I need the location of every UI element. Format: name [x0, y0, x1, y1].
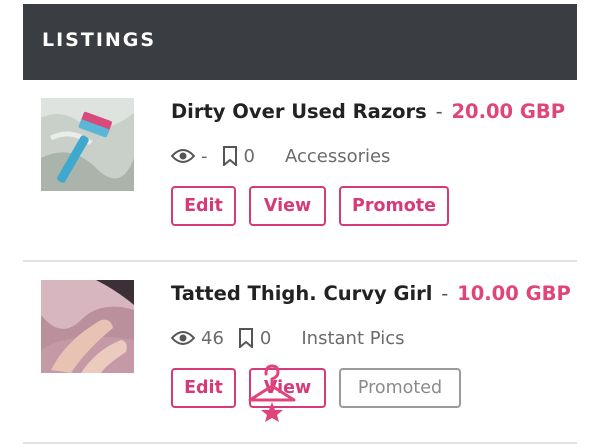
listing-title[interactable]: Tatted Thigh. Curvy Girl — [171, 282, 432, 305]
listing-category: Accessories — [284, 145, 391, 167]
bookmark-icon — [222, 146, 238, 166]
hanger-icon — [246, 364, 298, 426]
listings-header: LISTINGS — [23, 4, 577, 80]
listing-thumbnail[interactable] — [41, 280, 134, 373]
listing-price: 10.00 GBP — [457, 282, 571, 305]
page-title: LISTINGS — [42, 29, 157, 51]
promote-button[interactable]: Promote — [339, 186, 449, 226]
view-button[interactable]: View — [249, 186, 326, 226]
edit-button[interactable]: Edit — [171, 186, 236, 226]
divider — [23, 442, 577, 444]
promoted-button[interactable]: Promoted — [339, 368, 461, 408]
edit-button[interactable]: Edit — [171, 368, 236, 408]
listing-thumbnail[interactable] — [41, 98, 134, 191]
listing-category: Instant Pics — [301, 327, 405, 349]
eye-icon — [171, 148, 195, 164]
listing-item: Dirty Over Used Razors - 20.00 GBP - 0 A… — [23, 80, 577, 260]
title-separator: - — [441, 282, 449, 305]
views-count: - — [201, 145, 208, 167]
listing-item: Tatted Thigh. Curvy Girl - 10.00 GBP 46 … — [23, 262, 577, 442]
eye-icon — [171, 330, 195, 346]
title-separator: - — [435, 100, 443, 123]
saves-count: 0 — [259, 327, 272, 349]
listing-price: 20.00 GBP — [451, 100, 566, 123]
bookmark-icon — [238, 328, 254, 348]
saves-count: 0 — [243, 145, 255, 167]
views-count: 46 — [201, 327, 224, 349]
listing-title[interactable]: Dirty Over Used Razors — [171, 100, 427, 123]
